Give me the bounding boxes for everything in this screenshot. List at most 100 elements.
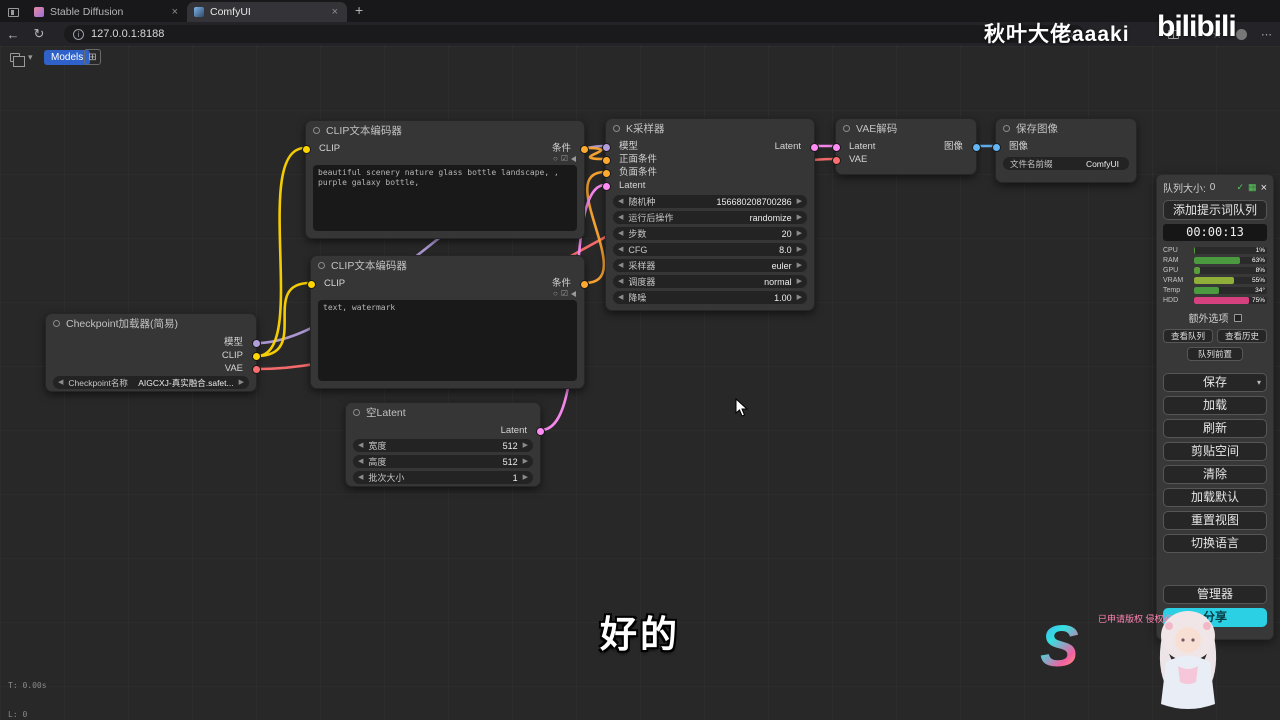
prompt-textarea[interactable]: beautiful scenery nature glass bottle la…	[313, 165, 577, 231]
output-port-clip[interactable]	[251, 352, 261, 361]
output-port-image[interactable]	[971, 143, 981, 152]
tab-stable-diffusion[interactable]: Stable Diffusion	[27, 2, 187, 22]
increment-icon[interactable]	[797, 243, 802, 256]
node-save-image[interactable]: 保存图像 图像 文件名前缀 ComfyUI	[991, 118, 1137, 183]
decrement-icon[interactable]	[618, 195, 623, 208]
clipspace-button[interactable]: 剪贴空间	[1163, 442, 1267, 461]
node-header[interactable]: K采样器	[606, 119, 814, 138]
width-widget[interactable]: 宽度 512	[353, 439, 533, 452]
translate-toggle-icon[interactable]	[561, 290, 568, 298]
switch-language-button[interactable]: 切换语言	[1163, 534, 1267, 553]
decrement-icon[interactable]	[358, 455, 363, 468]
node-empty-latent[interactable]: 空Latent Latent 宽度 512 高度 512 批次大小 1	[345, 402, 545, 487]
vertical-tabs-icon[interactable]	[8, 8, 19, 17]
node-clip-encode-positive[interactable]: CLIP文本编码器 CLIP 条件 beautiful scenery natu…	[301, 120, 589, 239]
input-port-vae[interactable]	[831, 156, 841, 165]
decrement-icon[interactable]	[618, 243, 623, 256]
increment-icon[interactable]	[523, 455, 528, 468]
queue-front-button[interactable]: 队列前置	[1187, 347, 1243, 361]
node-header[interactable]: CLIP文本编码器	[311, 256, 584, 275]
reload-icon[interactable]	[26, 26, 52, 42]
prompt-textarea[interactable]: text, watermark	[318, 300, 577, 381]
manager-button[interactable]: 管理器	[1163, 585, 1267, 604]
save-button[interactable]: 保存	[1163, 373, 1267, 392]
output-port-model[interactable]	[251, 339, 261, 348]
site-info-icon[interactable]	[73, 28, 84, 40]
prev-value-icon[interactable]	[618, 259, 623, 272]
denoise-widget[interactable]: 降噪 1.00	[613, 291, 807, 304]
input-port-model[interactable]	[601, 143, 611, 152]
convert-icon[interactable]	[553, 290, 558, 298]
url-field[interactable]: 127.0.0.1:8188	[64, 25, 1084, 43]
increment-icon[interactable]	[797, 291, 802, 304]
tab-close-icon[interactable]	[170, 6, 180, 19]
node-header[interactable]: VAE解码	[836, 119, 976, 138]
node-header[interactable]: CLIP文本编码器	[306, 121, 584, 140]
clear-button[interactable]: 清除	[1163, 465, 1267, 484]
queue-prompt-button[interactable]: 添加提示词队列	[1163, 200, 1267, 220]
node-header[interactable]: 空Latent	[346, 403, 540, 422]
node-checkpoint-loader[interactable]: Checkpoint加载器(简易) 模型 CLIP VAE Checkpoint…	[45, 313, 261, 392]
save-dropdown-icon[interactable]	[1257, 374, 1261, 391]
seed-widget[interactable]: 随机种 156680208700286	[613, 195, 807, 208]
next-value-icon[interactable]	[797, 211, 802, 224]
input-port-latent[interactable]	[831, 143, 841, 152]
browser-menu-icon[interactable]	[1261, 28, 1272, 41]
scheduler-widget[interactable]: 调度器 normal	[613, 275, 807, 288]
view-queue-button[interactable]: 查看队列	[1163, 329, 1213, 343]
node-ksampler[interactable]: K采样器 模型 正面条件 负面条件 Latent Latent 随机种 1566…	[601, 118, 819, 311]
node-header[interactable]: Checkpoint加载器(简易)	[46, 314, 256, 333]
input-port-clip[interactable]	[306, 280, 316, 289]
prev-value-icon[interactable]	[618, 211, 623, 224]
chevron-down-icon[interactable]	[28, 52, 33, 63]
speaker-icon[interactable]	[571, 291, 576, 297]
sampler-widget[interactable]: 采样器 euler	[613, 259, 807, 272]
increment-icon[interactable]	[523, 439, 528, 452]
extra-options-checkbox[interactable]	[1233, 313, 1242, 322]
next-value-icon[interactable]	[797, 275, 802, 288]
workflow-gallery-icon[interactable]	[10, 53, 25, 67]
control-after-generate-widget[interactable]: 运行后操作 randomize	[613, 211, 807, 224]
output-port-cond[interactable]	[579, 280, 589, 289]
tab-close-icon[interactable]	[330, 6, 340, 19]
load-button[interactable]: 加载	[1163, 396, 1267, 415]
tab-comfyui[interactable]: ComfyUI	[187, 2, 347, 22]
input-port-clip[interactable]	[301, 145, 311, 154]
view-history-button[interactable]: 查看历史	[1217, 329, 1267, 343]
back-icon[interactable]	[0, 27, 26, 42]
output-port-vae[interactable]	[251, 365, 261, 374]
output-port-cond[interactable]	[579, 145, 589, 154]
filename-prefix-widget[interactable]: 文件名前缀 ComfyUI	[1003, 157, 1129, 170]
speaker-icon[interactable]	[571, 156, 576, 162]
preview-toggle-icon[interactable]	[1248, 182, 1257, 193]
batch-size-widget[interactable]: 批次大小 1	[353, 471, 533, 484]
cfg-widget[interactable]: CFG 8.0	[613, 243, 807, 256]
translate-toggle-icon[interactable]	[561, 155, 568, 163]
collapse-dot[interactable]	[613, 125, 620, 132]
increment-icon[interactable]	[797, 227, 802, 240]
decrement-icon[interactable]	[618, 291, 623, 304]
output-port-latent[interactable]	[809, 143, 819, 152]
close-menu-icon[interactable]	[1261, 183, 1267, 193]
node-clip-encode-negative[interactable]: CLIP文本编码器 CLIP 条件 text, watermark	[306, 255, 589, 389]
decrement-icon[interactable]	[618, 227, 623, 240]
convert-icon[interactable]	[553, 155, 558, 163]
prev-value-icon[interactable]	[58, 376, 63, 389]
decrement-icon[interactable]	[358, 439, 363, 452]
output-port-latent[interactable]	[535, 427, 545, 436]
new-tab-button[interactable]	[355, 2, 363, 18]
collapse-dot[interactable]	[353, 409, 360, 416]
input-port-positive[interactable]	[601, 156, 611, 165]
input-port-negative[interactable]	[601, 169, 611, 178]
next-value-icon[interactable]	[239, 376, 244, 389]
load-default-button[interactable]: 加载默认	[1163, 488, 1267, 507]
prev-value-icon[interactable]	[618, 275, 623, 288]
profile-avatar[interactable]	[1236, 28, 1247, 40]
increment-icon[interactable]	[797, 195, 802, 208]
steps-widget[interactable]: 步数 20	[613, 227, 807, 240]
input-port-image[interactable]	[991, 143, 1001, 152]
node-vae-decode[interactable]: VAE解码 Latent VAE 图像	[831, 118, 981, 175]
checkpoint-name-widget[interactable]: Checkpoint名称 AIGCXJ-真实融合.safet...	[53, 376, 249, 389]
collapse-dot[interactable]	[313, 127, 320, 134]
collapse-dot[interactable]	[1003, 125, 1010, 132]
